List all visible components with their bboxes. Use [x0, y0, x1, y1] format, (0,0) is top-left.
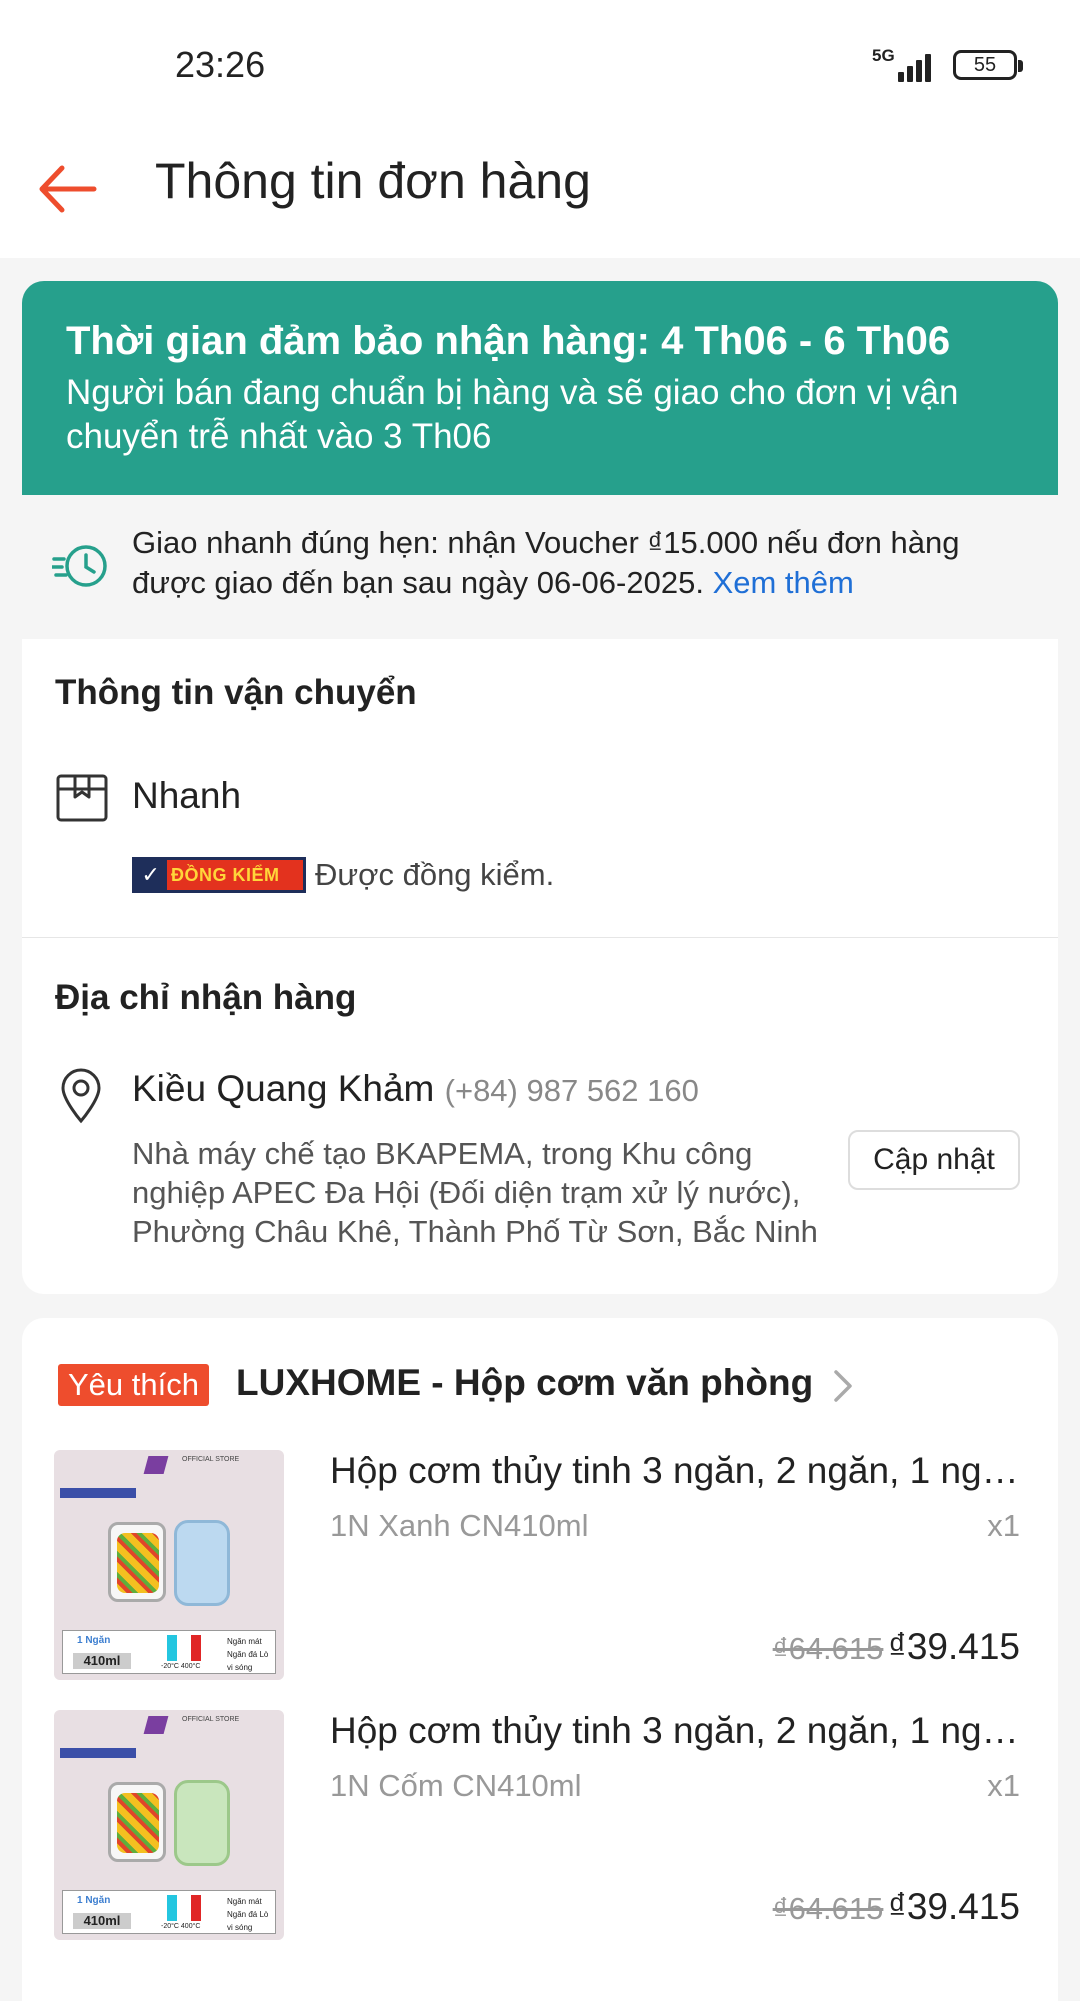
product-thumbnail: OFFICIAL STORE 1 Ngăn 410ml -20°C 400°C …	[54, 1450, 284, 1680]
co-inspection-badge-label: ĐỒNG KIỂM	[171, 865, 280, 885]
co-inspection-note: Được đồng kiểm.	[315, 857, 555, 892]
clock: 23:26	[175, 44, 266, 85]
shipping-method: Nhanh	[132, 775, 242, 816]
hot-thermometer-icon	[191, 1895, 201, 1921]
container-lid	[174, 1520, 230, 1606]
see-more-link[interactable]: Xem thêm	[713, 565, 854, 600]
brand-logo	[143, 1456, 169, 1474]
back-button[interactable]	[32, 154, 102, 224]
product-name: Hộp cơm thủy tinh 3 ngăn, 2 ngăn, 1 ngăn	[330, 1450, 1020, 1491]
thumb-feature-label: Ngăn mát Ngăn đá Lò vi sóng	[227, 1637, 269, 1672]
thumb-compartment-label: 1 Ngăn	[77, 1895, 111, 1906]
sale-price: ₫39.415	[887, 1626, 1020, 1667]
recipient-address: Nhà máy chế tạo BKAPEMA, trong Khu công …	[132, 1136, 818, 1249]
cold-thermometer-icon	[167, 1895, 177, 1921]
glass-container	[108, 1782, 166, 1862]
recipient-phone: (+84) 987 562 160	[444, 1073, 699, 1108]
preferred-shop-badge: Yêu thích	[58, 1364, 209, 1406]
product-variant: 1N Xanh CN410ml	[330, 1508, 589, 1543]
shipping-section-title: Thông tin vận chuyển	[55, 673, 417, 712]
package-icon	[56, 774, 108, 822]
hot-thermometer-icon	[191, 1635, 201, 1661]
update-address-button[interactable]: Cập nhật	[848, 1130, 1020, 1190]
thumb-temperature-label: -20°C 400°C	[161, 1663, 201, 1670]
fast-delivery-clock-icon	[52, 545, 107, 587]
thumb-volume-label: 410ml	[73, 1913, 131, 1929]
original-price: ₫64.615	[772, 1631, 884, 1666]
guarantee-subtitle: Người bán đang chuẩn bị hàng và sẽ giao …	[66, 373, 959, 456]
brand-caption: OFFICIAL STORE	[182, 1716, 240, 1723]
shop-section: Yêu thích LUXHOME - Hộp cơm văn phòng OF…	[22, 1318, 1058, 2001]
original-price: ₫64.615	[772, 1891, 884, 1926]
cold-thermometer-icon	[167, 1635, 177, 1661]
shop-name-link[interactable]: LUXHOME - Hộp cơm văn phòng	[236, 1362, 813, 1404]
status-bar: 23:26 5G 55	[0, 0, 1080, 130]
guarantee-title: Thời gian đảm bảo nhận hàng: 4 Th06 - 6 …	[66, 319, 951, 363]
product-quantity: x1	[987, 1508, 1020, 1543]
thumb-compartment-label: 1 Ngăn	[77, 1635, 111, 1646]
thumb-temperature-label: -20°C 400°C	[161, 1923, 201, 1930]
container-lid	[174, 1780, 230, 1866]
sale-price: ₫39.415	[887, 1886, 1020, 1927]
glass-container	[108, 1522, 166, 1602]
delivery-address-section: Địa chỉ nhận hàng Kiều Quang Khảm (+84) …	[22, 938, 1058, 1294]
delivery-guarantee-banner: Thời gian đảm bảo nhận hàng: 4 Th06 - 6 …	[22, 281, 1058, 495]
chevron-right-icon[interactable]	[828, 1364, 858, 1408]
app-header: Thông tin đơn hàng	[0, 130, 1080, 258]
shipping-info-section: Thông tin vận chuyển Nhanh ✓ ĐỒNG KIỂM Đ…	[22, 639, 1058, 937]
product-item[interactable]: OFFICIAL STORE 1 Ngăn 410ml -20°C 400°C …	[54, 1450, 1028, 1690]
page-title: Thông tin đơn hàng	[155, 153, 591, 209]
arrow-left-icon	[39, 165, 97, 213]
signal-icon	[888, 50, 940, 82]
brand-caption: OFFICIAL STORE	[182, 1456, 240, 1463]
brand-logo	[143, 1716, 169, 1734]
product-quantity: x1	[987, 1768, 1020, 1803]
co-inspection-badge: ✓ ĐỒNG KIỂM	[132, 857, 306, 893]
location-pin-icon	[61, 1068, 101, 1124]
recipient-name: Kiều Quang Khảm	[132, 1068, 435, 1109]
address-section-title: Địa chỉ nhận hàng	[55, 978, 357, 1017]
thumb-volume-label: 410ml	[73, 1653, 131, 1669]
product-item[interactable]: OFFICIAL STORE 1 Ngăn 410ml -20°C 400°C …	[54, 1710, 1028, 1950]
checkmark-icon: ✓	[135, 860, 167, 890]
product-variant: 1N Cốm CN410ml	[330, 1768, 582, 1803]
thumb-feature-label: Ngăn mát Ngăn đá Lò vi sóng	[227, 1897, 269, 1932]
on-time-voucher-notice: Giao nhanh đúng hẹn: nhận Voucher ₫15.00…	[22, 495, 1058, 639]
product-name: Hộp cơm thủy tinh 3 ngăn, 2 ngăn, 1 ngăn	[330, 1710, 1020, 1751]
battery-icon: 55	[953, 50, 1023, 80]
product-thumbnail: OFFICIAL STORE 1 Ngăn 410ml -20°C 400°C …	[54, 1710, 284, 1940]
